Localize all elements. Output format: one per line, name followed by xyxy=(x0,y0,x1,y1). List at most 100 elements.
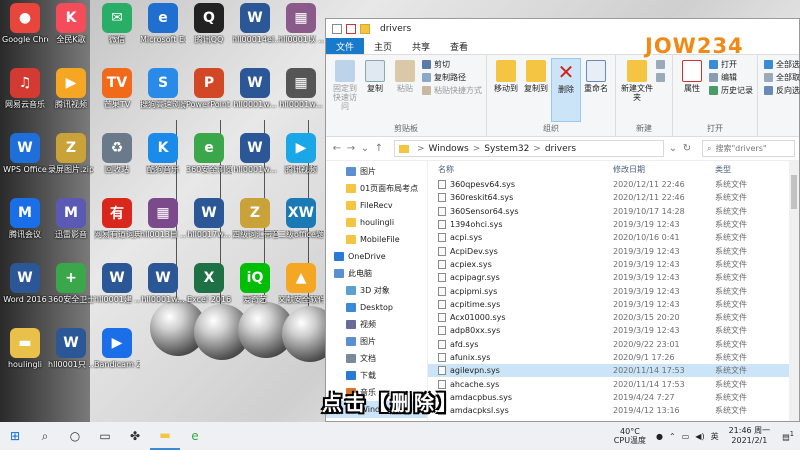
paste-button[interactable]: 粘贴 xyxy=(390,58,420,122)
select-all-button[interactable]: 全部选择 xyxy=(764,58,800,71)
nav-item[interactable]: Data (D:) xyxy=(326,418,427,421)
desktop-icon[interactable]: Whll0001w... xyxy=(140,263,186,305)
network-icon[interactable]: ▭ xyxy=(682,432,690,441)
up-arrow-icon[interactable]: ↑ xyxy=(372,143,386,154)
properties-quick-icon[interactable] xyxy=(346,23,356,34)
vertical-scrollbar[interactable] xyxy=(789,161,799,421)
forward-arrow-icon[interactable]: → xyxy=(344,143,358,154)
desktop-icon[interactable]: S 搜狗高速浏览器 xyxy=(140,68,186,110)
file-row[interactable]: Acx01000.sys 2020/3/15 20:20 系统文件 xyxy=(428,311,799,324)
recent-dropdown-icon[interactable]: ⌄ xyxy=(358,143,372,154)
file-row[interactable]: acpipmi.sys 2019/3/19 12:43 系统文件 xyxy=(428,284,799,297)
new-item-button[interactable] xyxy=(656,58,668,71)
desktop-icon[interactable]: ▦ hll0001w... xyxy=(278,68,324,110)
desktop-icon[interactable]: iQ 爱奇艺 xyxy=(232,263,278,305)
rename-button[interactable]: 重命名 xyxy=(581,58,611,122)
delete-button[interactable]: ✕ 删除 xyxy=(551,58,581,122)
desktop-icon[interactable]: M 腾讯会议 xyxy=(2,198,48,240)
desktop-icon[interactable]: Q 腾讯QQ xyxy=(186,3,232,45)
chevron-up-icon[interactable]: ⌃ xyxy=(669,432,676,441)
ime-indicator[interactable]: 英 xyxy=(711,431,719,442)
tab-home[interactable]: 主页 xyxy=(364,38,402,54)
desktop-icon[interactable]: ▶ 腾讯视频 xyxy=(278,133,324,175)
search-icon[interactable]: ⌕ xyxy=(30,422,60,450)
file-explorer-taskbar-icon[interactable]: ▬ xyxy=(150,422,180,450)
select-none-button[interactable]: 全部取消 xyxy=(764,71,800,84)
file-row[interactable]: amdacpbus.sys 2019/4/24 7:27 系统文件 xyxy=(428,391,799,404)
file-row[interactable]: acpipagr.sys 2019/3/19 12:43 系统文件 xyxy=(428,271,799,284)
cpu-temperature[interactable]: 40°C CPU温度 xyxy=(614,427,646,445)
file-row[interactable]: acpiex.sys 2019/3/19 12:43 系统文件 xyxy=(428,258,799,271)
volume-icon[interactable]: ◀) xyxy=(695,432,704,441)
tab-view[interactable]: 查看 xyxy=(440,38,478,54)
desktop-icon[interactable]: e 360安全浏览器 xyxy=(186,133,232,175)
back-arrow-icon[interactable]: ← xyxy=(330,143,344,154)
move-to-button[interactable]: 移动到 xyxy=(491,58,521,122)
nav-item[interactable]: 图片 xyxy=(326,333,427,350)
invert-selection-button[interactable]: 反向选择 xyxy=(764,84,800,97)
file-row[interactable]: ahcache.sys 2020/11/14 17:53 系统文件 xyxy=(428,377,799,390)
desktop-icon[interactable]: Whll0001w... xyxy=(232,133,278,175)
copy-button[interactable]: 复制 xyxy=(360,58,390,122)
desktop-icon[interactable]: K 酷狗音乐 xyxy=(140,133,186,175)
tab-share[interactable]: 共享 xyxy=(402,38,440,54)
desktop-icon[interactable]: e Microsoft Edge xyxy=(140,3,186,45)
nav-item[interactable]: houlingli xyxy=(326,214,427,231)
nav-item[interactable]: 文档 xyxy=(326,350,427,367)
paste-shortcut-button[interactable]: 粘贴快捷方式 xyxy=(422,84,482,97)
nav-item[interactable]: 视频 xyxy=(326,316,427,333)
nav-item[interactable]: Desktop xyxy=(326,299,427,316)
file-row[interactable]: 1394ohci.sys 2019/3/19 12:43 系统文件 xyxy=(428,218,799,231)
desktop-icon[interactable]: ▬ houlingli xyxy=(2,328,48,370)
desktop-icon[interactable]: W Word 2016 xyxy=(2,263,48,305)
history-button[interactable]: 历史记录 xyxy=(709,84,753,97)
easy-access-button[interactable] xyxy=(656,71,668,84)
desktop-icon[interactable]: M 迅雷影音 xyxy=(48,198,94,240)
tab-file[interactable]: 文件 xyxy=(326,38,365,54)
clock[interactable]: 21:46 周一 2021/2/1 xyxy=(729,426,771,446)
file-row[interactable]: 360qpesv64.sys 2020/12/11 22:46 系统文件 xyxy=(428,178,799,191)
nav-item[interactable]: OneDrive xyxy=(326,248,427,265)
column-name[interactable]: 名称 xyxy=(428,164,613,175)
desktop-icon[interactable]: K 全民K歌 xyxy=(48,3,94,45)
desktop-icon[interactable]: Whll00014el... xyxy=(232,3,278,45)
file-row[interactable]: amdacpksl.sys 2019/4/12 13:16 系统文件 xyxy=(428,404,799,417)
column-date[interactable]: 修改日期 xyxy=(613,164,715,175)
nav-item[interactable]: FileRecv xyxy=(326,197,427,214)
desktop-icon[interactable]: ✉ 微信 xyxy=(94,3,140,45)
desktop-icon[interactable]: Whll0001只 ... xyxy=(48,328,94,370)
edit-button[interactable]: 编辑 xyxy=(709,71,753,84)
file-row[interactable]: acpitime.sys 2019/3/19 12:43 系统文件 xyxy=(428,298,799,311)
desktop-icon[interactable]: ▦ hll0001以 ... xyxy=(278,3,324,45)
desktop-icon[interactable]: ● Google Chrome xyxy=(2,3,48,45)
file-row[interactable]: 360reskit64.sys 2020/12/11 22:46 系统文件 xyxy=(428,191,799,204)
breadcrumb-system32[interactable]: System32 xyxy=(484,144,529,154)
desktop-icon[interactable]: 有网易有道词典 xyxy=(94,198,140,240)
desktop-icon[interactable]: Whll0001w... xyxy=(232,68,278,110)
pinwheel-app-icon[interactable]: ✤ xyxy=(120,422,150,450)
desktop-icon[interactable]: XW 二级office题 库.exe xyxy=(278,198,324,240)
new-folder-button[interactable]: 新建文件夹 xyxy=(620,58,654,122)
cut-button[interactable]: 剪切 xyxy=(422,58,482,71)
desktop-icon[interactable]: P PowerPoint 2016 xyxy=(186,68,232,110)
file-row[interactable]: agilevpn.sys 2020/11/14 17:53 系统文件 xyxy=(428,364,799,378)
desktop-icon[interactable]: ▲ 文献安全软件 xyxy=(278,263,324,305)
start-windows-icon[interactable]: ⊞ xyxy=(0,422,30,450)
qq-tray-icon[interactable]: ● xyxy=(656,432,663,441)
cortana-circle-icon[interactable]: ○ xyxy=(60,422,90,450)
column-type[interactable]: 类型 xyxy=(715,164,785,175)
desktop-icon[interactable]: Whll0017w... xyxy=(186,198,232,240)
copy-path-button[interactable]: 复制路径 xyxy=(422,71,482,84)
nav-item[interactable]: MobileFile xyxy=(326,231,427,248)
address-dropdown-icon[interactable]: ⌄ xyxy=(666,143,680,154)
desktop-icon[interactable]: TV 芒果TV xyxy=(94,68,140,110)
nav-item[interactable]: 01页面布局考点 xyxy=(326,180,427,197)
desktop-icon[interactable]: X Excel 2016 xyxy=(186,263,232,305)
task-view-icon[interactable]: ▭ xyxy=(90,422,120,450)
nav-item[interactable]: 3D 对象 xyxy=(326,282,427,299)
address-input[interactable]: > Windows > System32 > drivers xyxy=(394,140,664,157)
pin-quick-access-button[interactable]: 固定到快速访问 xyxy=(330,58,360,122)
breadcrumb-drivers[interactable]: drivers xyxy=(545,144,576,154)
search-input[interactable]: ⌕ 搜索"drivers" xyxy=(702,140,795,157)
desktop-icon[interactable]: W WPS Office xyxy=(2,133,48,175)
